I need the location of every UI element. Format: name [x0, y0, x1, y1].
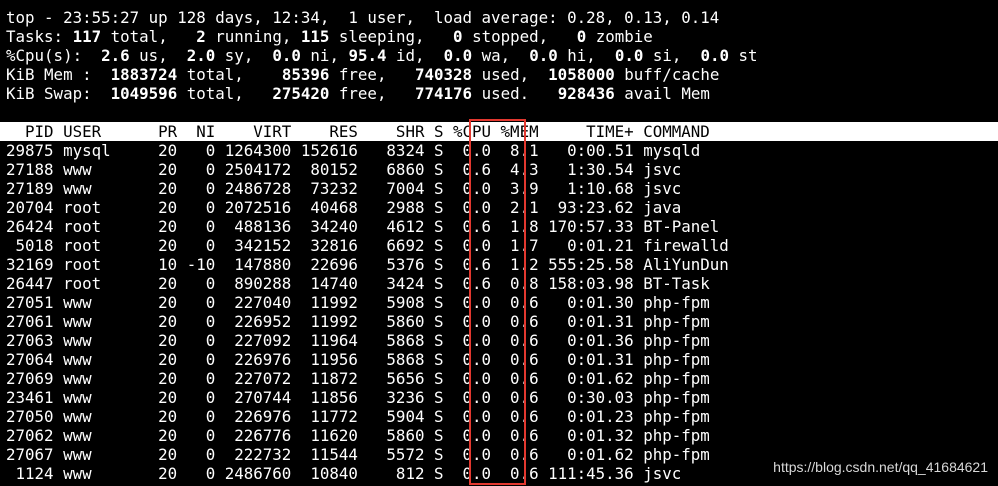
mem-used: 740328: [415, 65, 473, 84]
tasks-sleeping-text: sleeping,: [329, 27, 454, 46]
process-row: 32169 root 10 -10 147880 22696 5376 S 0.…: [6, 255, 729, 274]
swap-total: 1049596: [110, 84, 178, 103]
tasks-stopped-text: stopped,: [462, 27, 577, 46]
cpu-sy-text: sy,: [215, 46, 273, 65]
mem-free-text: free,: [329, 65, 415, 84]
mem-total: 1883724: [110, 65, 178, 84]
swap-total-text: total,: [177, 84, 273, 103]
process-row: 26424 root 20 0 488136 34240 4612 S 0.6 …: [6, 217, 720, 236]
watermark: https://blog.csdn.net/qq_41684621: [773, 459, 988, 475]
swap-free-text: free,: [329, 84, 415, 103]
process-row: 27188 www 20 0 2504172 80152 6860 S 0.6 …: [6, 160, 682, 179]
process-row: 27050 www 20 0 226976 11772 5904 S 0.0 0…: [6, 407, 710, 426]
process-row: 27051 www 20 0 227040 11992 5908 S 0.0 0…: [6, 293, 710, 312]
swap-avail: 928436: [557, 84, 615, 103]
tasks-zombie: 0: [576, 27, 587, 46]
process-row: 29875 mysql 20 0 1264300 152616 8324 S 0…: [6, 141, 701, 160]
process-row: 27067 www 20 0 222732 11544 5572 S 0.0 0…: [6, 445, 710, 464]
process-row: 20704 root 20 0 2072516 40468 2988 S 0.0…: [6, 198, 682, 217]
cpu-wa: 0.0: [443, 46, 473, 65]
process-row: 23461 www 20 0 270744 11856 3236 S 0.0 0…: [6, 388, 710, 407]
cpu-label: %Cpu(s):: [6, 46, 102, 65]
tasks-total-text: total,: [101, 27, 197, 46]
mem-cache-text: buff/cache: [614, 65, 720, 84]
swap-avail-text: avail Mem: [614, 84, 710, 103]
cpu-hi-text: hi,: [557, 46, 615, 65]
process-table-header: PID USER PR NI VIRT RES SHR S %CPU %MEM …: [0, 122, 998, 141]
mem-total-text: total,: [177, 65, 282, 84]
process-row: 27061 www 20 0 226952 11992 5860 S 0.0 0…: [6, 312, 710, 331]
mem-label: KiB Mem :: [6, 65, 111, 84]
mem-free: 85396: [281, 65, 330, 84]
tasks-zombie-text: zombie: [586, 27, 653, 46]
mem-used-text: used,: [472, 65, 549, 84]
mem-cache: 1058000: [548, 65, 615, 84]
cpu-id-text: id,: [386, 46, 444, 65]
cpu-line: %Cpu(s): 2.6 us, 2.0 sy, 0.0 ni, 95.4 id…: [6, 46, 758, 65]
tasks-total: 117: [72, 27, 102, 46]
process-row: 27069 www 20 0 227072 11872 5656 S 0.0 0…: [6, 369, 710, 388]
tasks-line: Tasks: 117 total, 2 running, 115 sleepin…: [6, 27, 653, 46]
terminal-window[interactable]: top - 23:55:27 up 128 days, 12:34, 1 use…: [0, 0, 998, 486]
cpu-us: 2.6: [101, 46, 130, 65]
cpu-id: 95.4: [348, 46, 387, 65]
column-headers: PID USER PR NI VIRT RES SHR S %CPU %MEM …: [6, 122, 710, 141]
uptime-line: top - 23:55:27 up 128 days, 12:34, 1 use…: [6, 8, 720, 27]
process-row: 27189 www 20 0 2486728 73232 7004 S 0.0 …: [6, 179, 682, 198]
process-row: 5018 root 20 0 342152 32816 6692 S 0.0 1…: [6, 236, 729, 255]
cpu-si-text: si,: [643, 46, 701, 65]
cpu-sy: 2.0: [186, 46, 216, 65]
tasks-running-text: running,: [205, 27, 301, 46]
swap-used-text: used.: [472, 84, 558, 103]
cpu-st-text: st: [729, 46, 758, 65]
swap-free: 275420: [272, 84, 330, 103]
process-row: 27064 www 20 0 226976 11956 5868 S 0.0 0…: [6, 350, 710, 369]
cpu-si: 0.0: [614, 46, 644, 65]
tasks-running: 2: [196, 27, 206, 46]
cpu-us-text: us,: [129, 46, 187, 65]
swap-line: KiB Swap: 1049596 total, 275420 free, 77…: [6, 84, 710, 103]
mem-line: KiB Mem : 1883724 total, 85396 free, 740…: [6, 65, 719, 84]
swap-label: KiB Swap:: [6, 84, 111, 103]
process-row: 26447 root 20 0 890288 14740 3424 S 0.6 …: [6, 274, 710, 293]
process-row: 27063 www 20 0 227092 11964 5868 S 0.0 0…: [6, 331, 710, 350]
cpu-wa-text: wa,: [472, 46, 530, 65]
tasks-sleeping: 115: [300, 27, 330, 46]
cpu-st: 0.0: [700, 46, 730, 65]
cpu-hi: 0.0: [529, 46, 558, 65]
process-row: 1124 www 20 0 2486760 10840 812 S 0.0 0.…: [6, 464, 682, 483]
cpu-ni-text: ni,: [300, 46, 349, 65]
tasks-stopped: 0: [453, 27, 463, 46]
process-row: 27062 www 20 0 226776 11620 5860 S 0.0 0…: [6, 426, 710, 445]
cpu-ni: 0.0: [272, 46, 301, 65]
swap-used: 774176: [415, 84, 473, 103]
tasks-label: Tasks:: [6, 27, 73, 46]
